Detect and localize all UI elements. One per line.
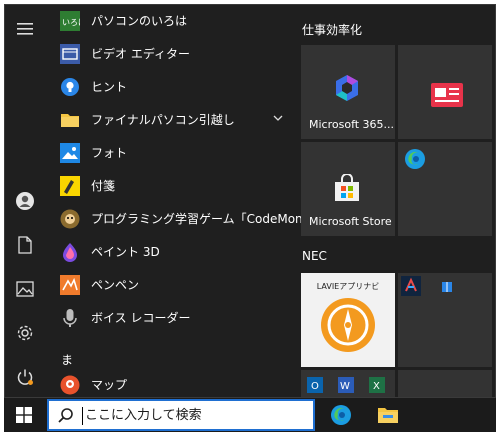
paint3d-icon (63, 243, 77, 262)
app-item-penpen[interactable]: ペンペン (45, 269, 293, 301)
outlook-icon: O (307, 377, 323, 393)
tile-news[interactable] (398, 45, 492, 139)
pictures-icon (16, 281, 34, 297)
tile-group-title-productivity[interactable]: 仕事効率化 (302, 21, 362, 38)
taskbar-edge-button[interactable] (319, 398, 363, 432)
app-label: ファイナルパソコン引越し (91, 113, 235, 127)
news-icon (431, 83, 463, 107)
app-item-voice-recorder[interactable]: ボイス レコーダー (45, 302, 293, 334)
section-letter-header[interactable]: ま (61, 351, 73, 368)
svg-text:X: X (373, 381, 380, 392)
tile-microsoft-365[interactable]: Microsoft 365... (301, 45, 395, 139)
power-button[interactable] (5, 359, 45, 395)
start-button[interactable] (4, 398, 44, 432)
app-item-paint3d[interactable]: ペイント 3D (45, 236, 293, 268)
hamburger-icon (17, 23, 33, 35)
tile-microsoft-store[interactable]: Microsoft Store (301, 142, 395, 236)
documents-button[interactable] (5, 227, 45, 263)
codemonkey-icon (60, 209, 80, 229)
app-item-codemonkey[interactable]: プログラミング学習ゲーム「CodeMonkey（… (45, 203, 348, 235)
nec-app-icon-1 (401, 276, 421, 296)
power-icon (17, 369, 33, 385)
tile-nec-folder[interactable] (398, 273, 492, 367)
app-label: ペンペン (91, 278, 140, 292)
svg-text:W: W (340, 381, 350, 392)
document-icon (18, 236, 32, 254)
text-caret (82, 407, 83, 425)
app-label: 付箋 (91, 179, 116, 193)
edge-icon (405, 149, 425, 169)
app-label: パソコンのいろは (91, 14, 188, 28)
word-icon: W (338, 377, 354, 393)
search-placeholder: ここに入力して検索 (85, 408, 202, 423)
excel-icon: X (369, 377, 385, 393)
edge-icon (331, 405, 351, 425)
lavie-compass-icon (321, 298, 375, 352)
screenshot-frame: いろは パソコンのいろは ビデオ エディター ヒント ファイナルパソコン引越し … (0, 0, 500, 435)
app-label: ビデオ エディター (91, 47, 190, 61)
app-folder-final-pc-moving[interactable]: ファイナルパソコン引越し (45, 104, 293, 136)
app-label: ヒント (91, 80, 128, 94)
app-item-pasokon-iroha[interactable]: いろは パソコンのいろは (45, 5, 293, 37)
settings-button[interactable] (5, 315, 45, 351)
tile-microsoft-edge[interactable] (398, 142, 492, 236)
app-item-tips[interactable]: ヒント (45, 71, 293, 103)
pasokon-iroha-icon: いろは (60, 11, 80, 31)
start-menu: いろは パソコンのいろは ビデオ エディター ヒント ファイナルパソコン引越し … (4, 4, 496, 398)
tile-label: Microsoft Store (309, 215, 392, 228)
app-label: ペイント 3D (91, 245, 160, 259)
search-icon (58, 408, 73, 423)
tips-lightbulb-icon (61, 78, 79, 96)
user-account-button[interactable] (5, 183, 45, 219)
folder-icon (61, 114, 79, 127)
pictures-button[interactable] (5, 271, 45, 307)
taskbar-search-box[interactable]: ここに入力して検索 (47, 399, 315, 431)
video-editor-icon (60, 44, 80, 64)
penpen-icon (60, 275, 80, 295)
maps-icon (60, 375, 80, 395)
app-label: フォト (91, 146, 128, 160)
chevron-down-icon[interactable] (273, 113, 283, 123)
app-item-video-editor[interactable]: ビデオ エディター (45, 38, 293, 70)
svg-text:いろは: いろは (62, 18, 80, 27)
settings-icon (17, 325, 33, 341)
sticky-notes-icon (60, 176, 80, 196)
file-explorer-icon (378, 408, 398, 423)
app-item-photos[interactable]: フォト (45, 137, 293, 169)
app-item-sticky-notes[interactable]: 付箋 (45, 170, 293, 202)
user-icon (16, 192, 34, 210)
hamburger-menu-button[interactable] (5, 11, 45, 47)
microsoft-store-icon (335, 174, 359, 201)
tile-label: LAVIEアプリナビ (316, 282, 380, 291)
tile-office-apps[interactable]: O W X (301, 370, 395, 397)
app-item-maps[interactable]: マップ (45, 369, 293, 397)
photos-icon (60, 143, 80, 163)
start-left-rail (5, 5, 45, 397)
tile-empty[interactable] (398, 370, 492, 397)
tile-label: Microsoft 365... (309, 118, 395, 131)
windows-icon (16, 407, 32, 423)
svg-text:O: O (311, 381, 319, 392)
taskbar: ここに入力して検索 (4, 398, 496, 432)
app-label: マップ (91, 378, 128, 392)
microphone-icon (63, 309, 77, 327)
microsoft-365-icon (336, 75, 358, 101)
app-list: いろは パソコンのいろは ビデオ エディター ヒント ファイナルパソコン引越し … (45, 5, 348, 397)
blue-book-icon (442, 282, 452, 292)
taskbar-file-explorer-button[interactable] (366, 398, 410, 432)
tile-lavie-app-navi[interactable]: LAVIEアプリナビ (301, 273, 395, 367)
app-label: ボイス レコーダー (91, 311, 191, 325)
tile-group-title-nec[interactable]: NEC (302, 249, 327, 263)
